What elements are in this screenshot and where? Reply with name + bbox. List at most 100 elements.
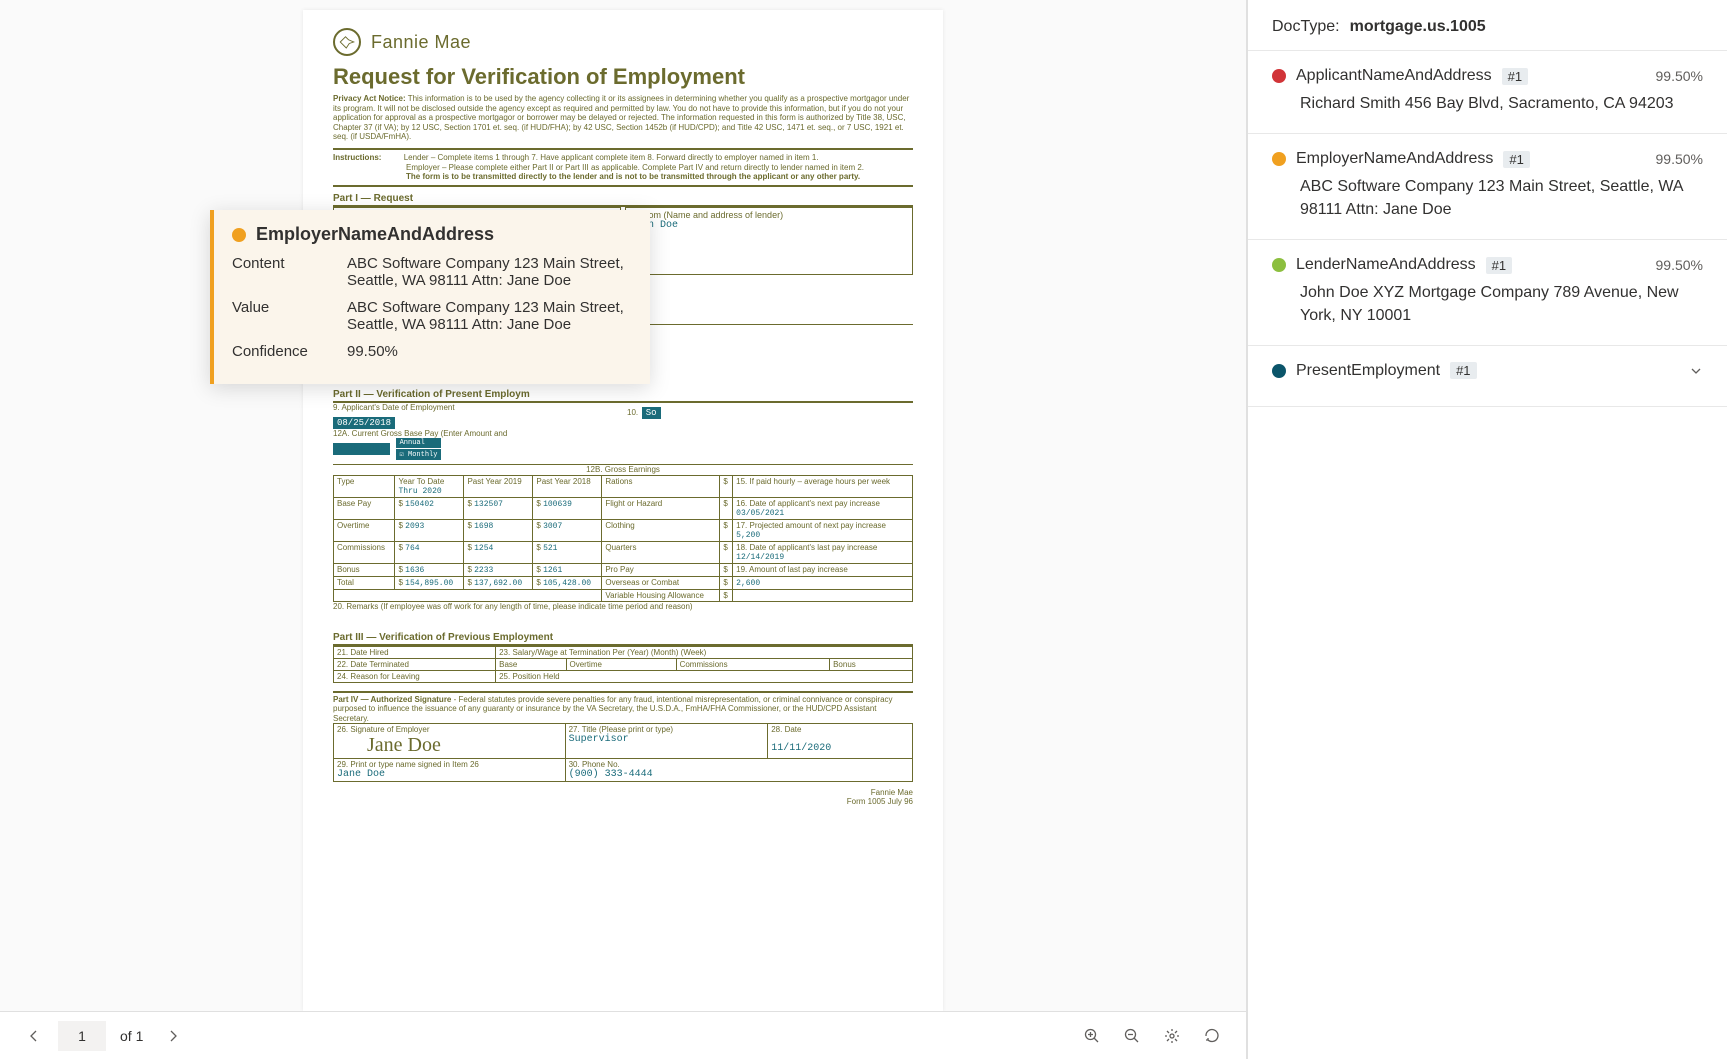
page-input[interactable]: [58, 1021, 106, 1051]
f18-val: 12/14/2019: [736, 553, 784, 562]
tooltip-content-val: ABC Software Company 123 Main Street, Se…: [347, 255, 632, 289]
field-name: EmployerNameAndAddress: [1296, 150, 1493, 168]
f27: 27. Title (Please print or type): [569, 725, 674, 734]
base-p1: 132507: [474, 500, 503, 509]
field-color-dot: [1272, 258, 1286, 272]
row-base: Base Pay: [334, 497, 395, 519]
varhousing: Variable Housing Allowance: [602, 589, 720, 601]
flight: Flight or Hazard: [602, 497, 720, 519]
doctype-row: DocType: mortgage.us.1005: [1248, 0, 1727, 51]
comm-p1: 1254: [474, 544, 493, 553]
field9-val: 08/25/2018: [333, 417, 395, 429]
f25: 25. Position Held: [499, 672, 559, 681]
f23-bonus: Bonus: [833, 660, 856, 669]
f21: 21. Date Hired: [337, 648, 389, 657]
field-confidence: 99.50%: [1656, 257, 1703, 273]
lender-name: John Doe: [630, 220, 908, 231]
field-index-badge: #1: [1450, 362, 1476, 379]
privacy-label: Privacy Act Notice:: [333, 94, 406, 103]
field-index-badge: #1: [1502, 68, 1528, 85]
field-color-dot: [1272, 69, 1286, 83]
f30-val: (900) 333-4444: [569, 769, 653, 780]
result-field[interactable]: EmployerNameAndAddress#199.50%ABC Softwa…: [1248, 134, 1727, 240]
document-scroll[interactable]: Fannie Mae Request for Verification of E…: [0, 0, 1246, 1011]
row-ot: Overtime: [334, 519, 395, 541]
f29: 29. Print or type name signed in Item 26: [337, 760, 479, 769]
instructions-lender: Lender – Complete items 1 through 7. Hav…: [404, 153, 819, 162]
brand-name: Fannie Mae: [371, 32, 471, 53]
prev-page-button[interactable]: [18, 1020, 50, 1052]
f26: 26. Signature of Employer: [337, 725, 430, 734]
f28-val: 11/11/2020: [771, 743, 831, 754]
instructions-label: Instructions:: [333, 153, 381, 162]
tooltip-content-label: Content: [232, 255, 347, 289]
quarters: Quarters: [602, 541, 720, 563]
field-value: Richard Smith 456 Bay Blvd, Sacramento, …: [1272, 93, 1703, 115]
fit-width-button[interactable]: [1156, 1020, 1188, 1052]
result-field[interactable]: ApplicantNameAndAddress #1 99.50% Richard S…: [1248, 51, 1727, 134]
col-past2: Past Year 2018: [533, 475, 602, 497]
field-value: ABC Software Company 123 Main Street, Se…: [1272, 176, 1703, 221]
zoom-out-button[interactable]: [1116, 1020, 1148, 1052]
field10-val: So: [642, 407, 661, 419]
f15: 15. If paid hourly – average hours per w…: [733, 475, 913, 497]
f17: 17. Projected amount of next pay increas…: [736, 521, 886, 530]
total-p1: 137,692.00: [474, 579, 522, 588]
monthly-tag: Monthly: [408, 451, 437, 459]
part4-title: Part IV — Authorized Signature: [333, 695, 451, 704]
zoom-in-button[interactable]: [1076, 1020, 1108, 1052]
ot-ytd: 2093: [405, 522, 424, 531]
tooltip-value-val: ABC Software Company 123 Main Street, Se…: [347, 299, 632, 333]
f23: 23. Salary/Wage at Termination Per (Year…: [499, 648, 706, 657]
tooltip-confidence-val: 99.50%: [347, 343, 632, 360]
row-comm: Commissions: [334, 541, 395, 563]
result-field[interactable]: LenderNameAndAddress#199.50%John Doe XYZ…: [1248, 240, 1727, 346]
footer2: Form 1005 July 96: [847, 797, 913, 806]
rations: Rations: [602, 475, 720, 497]
annual-tag: Annual: [396, 438, 442, 448]
clothing: Clothing: [602, 519, 720, 541]
tooltip-value-label: Value: [232, 299, 347, 333]
next-page-button[interactable]: [157, 1020, 189, 1052]
propay: Pro Pay: [602, 563, 720, 576]
part3-title: Part III — Verification of Previous Empl…: [333, 632, 913, 646]
fanniemae-logo-icon: [333, 28, 361, 56]
part2-title: Part II — Verification of Present Employ…: [333, 389, 913, 403]
instructions-bold: The form is to be transmitted directly t…: [406, 172, 860, 181]
f19-val: 2,600: [736, 579, 760, 588]
f19: 19. Amount of last pay increase: [736, 565, 848, 574]
f23-ot: Overtime: [570, 660, 602, 669]
rotate-button[interactable]: [1196, 1020, 1228, 1052]
overseas: Overseas or Combat: [602, 576, 720, 589]
bonus-p2: 1261: [543, 566, 562, 575]
f24: 24. Reason for Leaving: [337, 672, 420, 681]
document-page: Fannie Mae Request for Verification of E…: [303, 10, 943, 1011]
field9-label: 9. Applicant's Date of Employment: [333, 403, 623, 413]
field12a-label: 12A. Current Gross Base Pay (Enter Amoun…: [333, 429, 913, 439]
f20: 20. Remarks (If employee was off work fo…: [333, 602, 913, 612]
col-type: Type: [334, 475, 395, 497]
signature-employer: Jane Doe: [337, 734, 441, 756]
f29-val: Jane Doe: [337, 769, 385, 780]
col-past1: Past Year 2019: [464, 475, 533, 497]
doctype-label: DocType:: [1272, 18, 1340, 36]
f23-base: Base: [499, 660, 517, 669]
field-confidence: 99.50%: [1656, 68, 1703, 84]
tooltip-color-dot: [232, 228, 246, 242]
base-p2: 100639: [543, 500, 572, 509]
part4-table: 26. Signature of EmployerJane Doe 27. Ti…: [333, 723, 913, 782]
field-tooltip: EmployerNameAndAddress ContentABC Softwa…: [210, 210, 650, 384]
field-value: John Doe XYZ Mortgage Company 789 Avenue…: [1272, 282, 1703, 327]
f16-val: 03/05/2021: [736, 509, 784, 518]
result-field[interactable]: PresentEmployment#1: [1248, 346, 1727, 407]
row-bonus: Bonus: [334, 563, 395, 576]
privacy-text: This information is to be used by the ag…: [333, 94, 909, 141]
comm-p2: 521: [543, 544, 557, 553]
f18: 18. Date of applicant's last pay increas…: [736, 543, 877, 552]
bonus-ytd: 1636: [405, 566, 424, 575]
field-name: ApplicantNameAndAddress: [1296, 67, 1492, 85]
f28: 28. Date: [771, 725, 801, 734]
chevron-down-icon[interactable]: [1689, 364, 1703, 378]
field-index-badge: #1: [1503, 151, 1529, 168]
field2-label: 2. From (Name and address of lender): [630, 210, 908, 220]
